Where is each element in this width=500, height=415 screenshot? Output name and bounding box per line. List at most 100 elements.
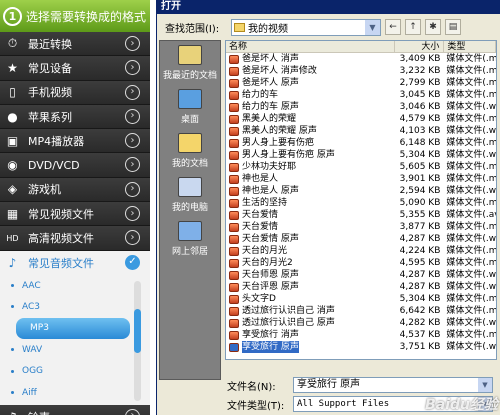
category-item[interactable]: ★ 常见设备 ›	[0, 56, 150, 81]
file-row[interactable]: 享受旅行 原声 3,751 KB 媒体文件(.wmv)	[226, 341, 496, 353]
bullet-icon	[11, 305, 14, 309]
file-name-input[interactable]: 享受旅行 原声 ▼	[293, 377, 493, 393]
file-row[interactable]: 爸是坏人 消声 3,409 KB 媒体文件(.mp4)	[226, 53, 496, 65]
file-name-cell: 爸是坏人 消声	[226, 53, 395, 65]
category-item[interactable]: ▯ 手机视频 ›	[0, 80, 150, 105]
file-row[interactable]: 黑美人的荣耀 4,579 KB 媒体文件(.mp4)	[226, 113, 496, 125]
file-row[interactable]: 天台的月光2 4,595 KB 媒体文件(.mp4)	[226, 257, 496, 269]
step-header: 1 选择需要转换成的格式	[0, 0, 150, 32]
file-type-cell: 媒体文件(.mp4)	[446, 162, 496, 172]
file-row[interactable]: 少林功夫好耶 5,605 KB 媒体文件(.mp4)	[226, 161, 496, 173]
audio-format-item[interactable]: MP3	[16, 317, 130, 340]
audio-format-item[interactable]: WAV	[0, 339, 150, 360]
category-item[interactable]: HD 高清视频文件 ›	[0, 226, 150, 251]
file-name-text: 生活的坚持	[242, 198, 288, 208]
file-row[interactable]: 神也是人 3,901 KB 媒体文件(.mp4)	[226, 173, 496, 185]
category-label: DVD/VCD	[28, 158, 80, 172]
file-row[interactable]: 黑美人的荣耀 原声 4,103 KB 媒体文件(.wmv)	[226, 125, 496, 137]
place-item[interactable]: 网上邻居	[160, 217, 220, 261]
file-row[interactable]: 神也是人 原声 2,594 KB 媒体文件(.wmv)	[226, 185, 496, 197]
place-item[interactable]: 桌面	[160, 85, 220, 129]
category-item[interactable]: ♫ 铃声 ›	[0, 404, 150, 415]
audio-format-item[interactable]: Aiff	[0, 382, 150, 403]
place-item[interactable]: 我的文档	[160, 129, 220, 173]
category-item[interactable]: ⏱ 最近转换 ›	[0, 32, 150, 57]
chevron-right-icon[interactable]: ›	[125, 230, 140, 246]
chevron-right-icon[interactable]: ›	[125, 133, 140, 149]
category-label: 常见音频文件	[28, 256, 94, 270]
file-list[interactable]: 名称 大小 类型 爸是坏人 消声3,409 KB媒体文件(.mp4)爸是坏人 消…	[225, 40, 497, 360]
column-type[interactable]: 类型	[444, 41, 496, 52]
file-row[interactable]: 男人身上要有伤疤 6,148 KB 媒体文件(.mp4)	[226, 137, 496, 149]
file-row[interactable]: 透过旅行认识自己 消声 6,642 KB 媒体文件(.mp4)	[226, 305, 496, 317]
chevron-right-icon[interactable]: ›	[125, 206, 140, 222]
up-folder-icon[interactable]: ↑	[405, 19, 421, 35]
category-item[interactable]: ▦ 常见视频文件 ›	[0, 202, 150, 227]
chevron-down-icon[interactable]: ▼	[365, 19, 380, 35]
file-row[interactable]: 天台的月光 4,224 KB 媒体文件(.mp4)	[226, 245, 496, 257]
place-label: 我的文档	[171, 159, 208, 169]
column-name[interactable]: 名称	[226, 41, 395, 52]
chevron-right-icon[interactable]: ›	[125, 408, 140, 415]
file-type-cell: 媒体文件(.mp4)	[446, 246, 496, 256]
file-name-row: 文件名(N): 享受旅行 原声 ▼	[227, 377, 493, 393]
chevron-right-icon[interactable]: ›	[125, 181, 140, 197]
file-row[interactable]: 爸是坏人 消声修改 3,232 KB 媒体文件(.mp4)	[226, 65, 496, 77]
audio-format-item[interactable]: AC3	[0, 296, 150, 317]
file-type-cell: 媒体文件(.mp4)	[446, 174, 496, 184]
file-name-text: 给力的车 原声	[242, 102, 299, 112]
chevron-right-icon[interactable]: ›	[125, 108, 140, 124]
file-row[interactable]: 天台爱情 5,355 KB 媒体文件(.avi)	[226, 209, 496, 221]
chevron-right-icon[interactable]: ›	[125, 36, 140, 51]
back-icon[interactable]: ←	[385, 19, 401, 35]
file-type-cell: 媒体文件(.wmv)	[446, 186, 496, 196]
file-row[interactable]: 天台爱情 原声 4,287 KB 媒体文件(.wmv)	[226, 233, 496, 245]
category-item[interactable]: ◉ DVD/VCD ›	[0, 153, 150, 178]
file-row[interactable]: 享受旅行 消声 4,537 KB 媒体文件(.mp4)	[226, 329, 496, 341]
place-label: 桌面	[180, 115, 199, 125]
place-label: 我最近的文档	[162, 71, 217, 81]
file-name-cell: 天台师恩 原声	[226, 269, 395, 281]
chevron-right-icon[interactable]: ›	[125, 157, 140, 173]
category-item[interactable]: ♪ 常见音频文件 ✓	[0, 250, 150, 275]
file-row[interactable]: 爸是坏人 原声 2,799 KB 媒体文件(.mp4)	[226, 77, 496, 89]
category-label: 铃声	[28, 409, 50, 415]
audio-format-item[interactable]: AAC	[0, 275, 150, 296]
file-name-text: 头文字D	[242, 294, 276, 304]
category-label: 常见视频文件	[28, 207, 94, 221]
category-item[interactable]: ◈ 游戏机 ›	[0, 177, 150, 203]
file-row[interactable]: 给力的车 原声 3,046 KB 媒体文件(.wmv)	[226, 101, 496, 113]
file-size-cell: 4,224 KB	[399, 246, 441, 256]
look-in-combo[interactable]: 我的视频 ▼	[231, 18, 381, 36]
view-menu-icon[interactable]: ▤	[445, 19, 461, 35]
new-folder-icon[interactable]: ✱	[425, 19, 441, 35]
place-item[interactable]: 我最近的文档	[160, 41, 220, 85]
category-label: 高清视频文件	[28, 232, 94, 246]
file-row[interactable]: 天台评恩 原声 4,287 KB 媒体文件(.wmv)	[226, 281, 496, 293]
file-row[interactable]: 给力的车 3,045 KB 媒体文件(.mp4)	[226, 89, 496, 101]
chevron-right-icon[interactable]: ›	[125, 60, 140, 76]
chevron-right-icon[interactable]: ›	[125, 84, 140, 100]
file-type-cell: 媒体文件(.avi)	[446, 210, 496, 220]
file-row[interactable]: 透过旅行认识自己 原声 4,282 KB 媒体文件(.wmv)	[226, 317, 496, 329]
scrollbar-thumb[interactable]	[134, 308, 141, 353]
file-size-cell: 4,103 KB	[399, 126, 441, 136]
place-item[interactable]: 我的电脑	[160, 173, 220, 217]
file-row[interactable]: 生活的坚持 5,090 KB 媒体文件(.mp4)	[226, 197, 496, 209]
media-file-icon	[229, 126, 239, 136]
chevron-down-icon[interactable]: ▼	[478, 378, 492, 392]
check-icon[interactable]: ✓	[125, 254, 140, 270]
category-item[interactable]: ▣ MP4播放器 ›	[0, 129, 150, 154]
file-name-cell: 男人身上要有伤疤	[226, 137, 395, 149]
file-row[interactable]: 天台师恩 原声 4,287 KB 媒体文件(.wmv)	[226, 269, 496, 281]
file-size-cell: 4,579 KB	[399, 114, 441, 124]
file-row[interactable]: 男人身上要有伤疤 原声 5,304 KB 媒体文件(.wmv)	[226, 149, 496, 161]
file-row[interactable]: 天台爱情 3,877 KB 媒体文件(.mp4)	[226, 221, 496, 233]
file-type-cell: 媒体文件(.mp4)	[446, 138, 496, 148]
column-size[interactable]: 大小	[395, 41, 445, 52]
file-type-cell: 媒体文件(.mp4)	[446, 66, 496, 76]
category-item[interactable]: ● 苹果系列 ›	[0, 104, 150, 130]
file-size-cell: 5,304 KB	[399, 294, 441, 304]
audio-format-item[interactable]: OGG	[0, 361, 150, 382]
file-row[interactable]: 头文字D 5,304 KB 媒体文件(.mp4)	[226, 293, 496, 305]
